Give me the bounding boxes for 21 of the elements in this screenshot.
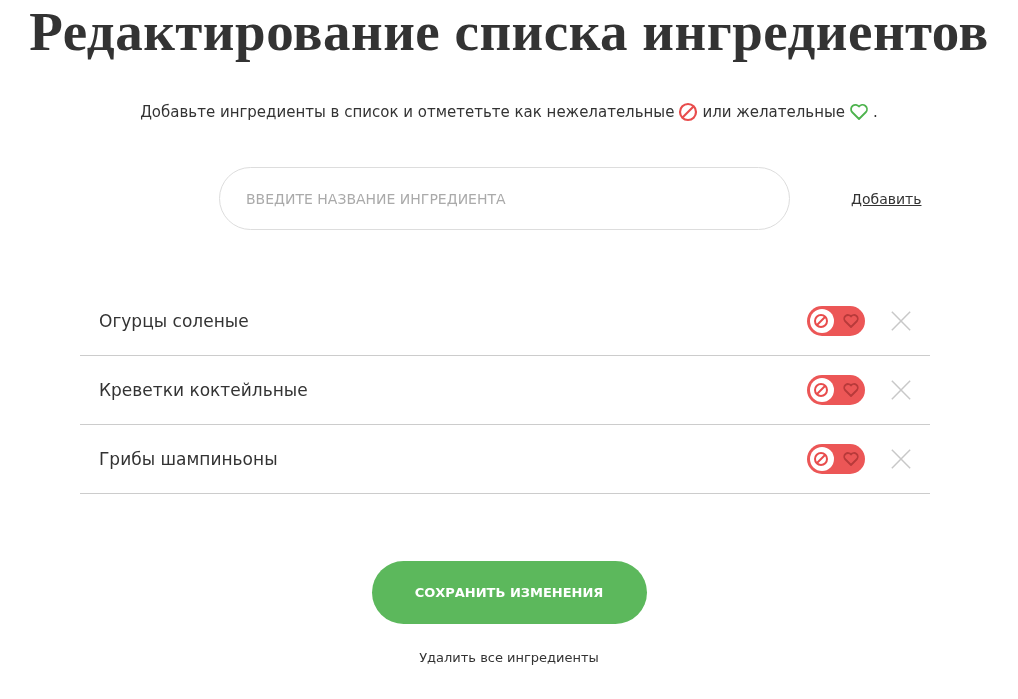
add-link[interactable]: Добавить xyxy=(851,190,922,207)
preference-toggle[interactable] xyxy=(807,444,865,474)
heart-icon xyxy=(841,311,861,331)
delete-all-link[interactable]: Удалить все ингредиенты xyxy=(419,650,599,665)
intro-text: или желательные xyxy=(702,103,846,121)
heart-icon xyxy=(849,102,870,122)
prohibited-icon xyxy=(678,102,699,122)
preference-toggle[interactable] xyxy=(807,375,865,405)
intro-text: Добавьте ингредиенты в список и отмететьте как нежелательные xyxy=(140,103,675,121)
ingredient-name: Креветки коктейльные xyxy=(99,380,309,400)
intro-text: . xyxy=(873,103,878,121)
prohibited-icon xyxy=(811,449,831,469)
ingredient-name: Огурцы соленые xyxy=(99,311,250,331)
prohibited-icon xyxy=(811,311,831,331)
prohibited-icon xyxy=(811,380,831,400)
preference-toggle[interactable] xyxy=(807,306,865,336)
heart-icon xyxy=(841,380,861,400)
page-title: Редактирование списка ингредиентов xyxy=(28,0,990,62)
ingredient-name: Грибы шампиньоны xyxy=(99,449,279,469)
heart-icon xyxy=(841,449,861,469)
ingredient-input[interactable]: ВВЕДИТЕ НАЗВАНИЕ ИНГРЕДИЕНТА xyxy=(219,167,790,230)
